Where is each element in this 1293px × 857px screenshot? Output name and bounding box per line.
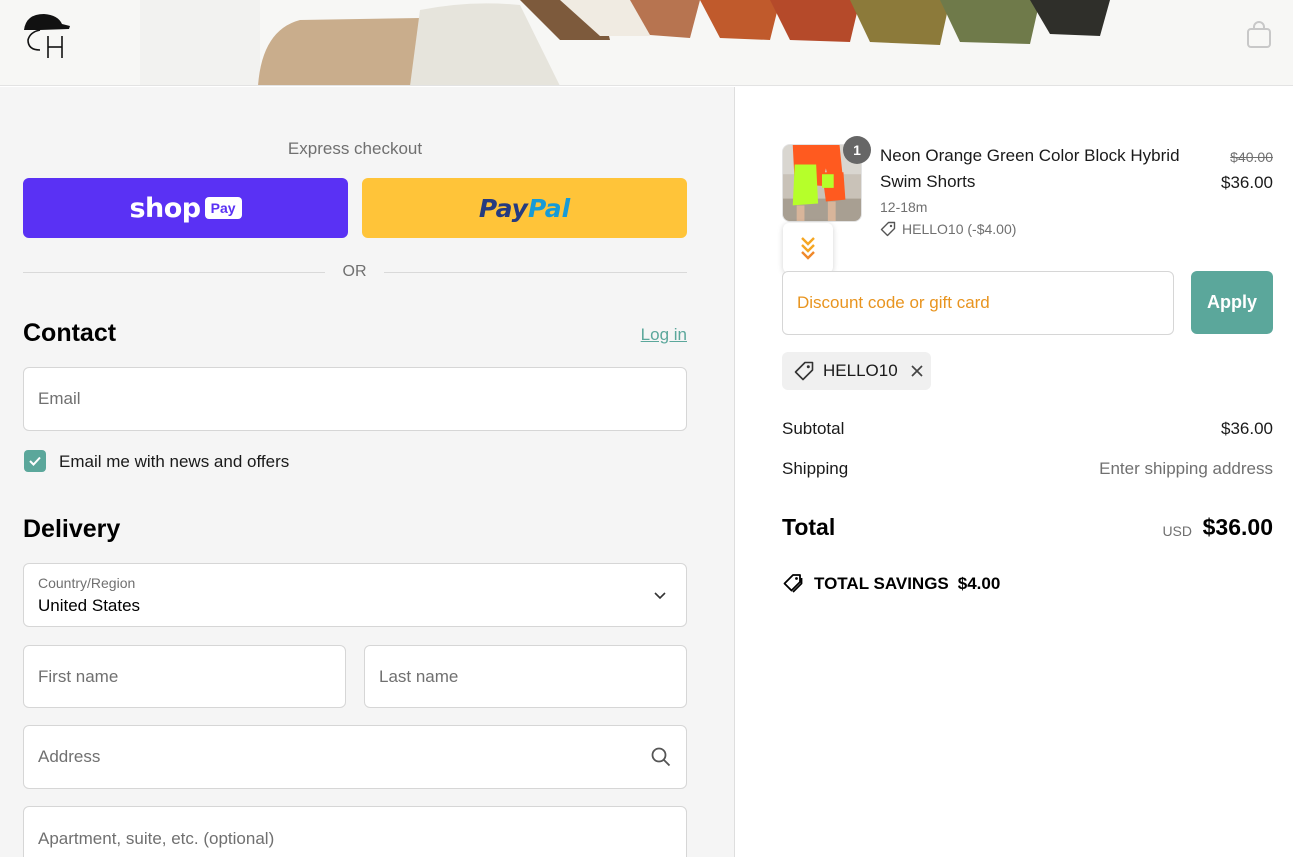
total-value: $36.00 — [1202, 514, 1273, 540]
delivery-heading: Delivery — [23, 515, 121, 543]
shop-pay-button[interactable]: shop Pay — [23, 178, 348, 238]
total-savings: TOTAL SAVINGS $4.00 — [782, 573, 1000, 595]
search-icon — [651, 747, 671, 767]
last-name-field[interactable]: Last name — [364, 645, 687, 708]
applied-discount-chip: HELLO10 — [782, 352, 931, 390]
subtotal-label: Subtotal — [782, 419, 845, 438]
country-label: Country/Region — [38, 575, 136, 591]
chevron-down-icon — [654, 592, 666, 600]
savings-tag-icon — [783, 574, 803, 593]
first-name-placeholder: First name — [38, 667, 119, 686]
shipping-label: Shipping — [782, 459, 849, 478]
total-savings-label: TOTAL SAVINGS — [814, 574, 949, 593]
apartment-placeholder: Apartment, suite, etc. (optional) — [38, 829, 275, 848]
close-icon[interactable] — [909, 363, 925, 379]
shop-pay-badge: Pay — [204, 197, 242, 219]
apartment-field[interactable]: Apartment, suite, etc. (optional) — [23, 806, 687, 857]
divider-right — [384, 272, 687, 273]
scroll-down-button[interactable] — [783, 223, 833, 273]
item-price: $36.00 — [1221, 173, 1273, 192]
subtotal-value: $36.00 — [1221, 419, 1273, 438]
checkmark-icon — [29, 456, 41, 466]
header-banner-image — [0, 0, 1293, 85]
total-currency: USD — [1162, 523, 1192, 539]
login-link[interactable]: Log in — [600, 325, 687, 345]
express-checkout-label: Express checkout — [287, 139, 423, 158]
paypal-wordmark-pal: Pal — [527, 193, 571, 223]
shopping-bag-icon[interactable] — [1245, 20, 1273, 50]
country-value: United States — [38, 596, 141, 615]
address-placeholder: Address — [38, 747, 101, 766]
email-placeholder: Email — [38, 389, 81, 408]
last-name-placeholder: Last name — [379, 667, 459, 686]
contact-heading: Contact — [23, 319, 117, 347]
header — [0, 0, 1293, 86]
shipping-value: Enter shipping address — [1099, 459, 1273, 478]
divider-left — [23, 272, 325, 273]
address-field[interactable]: Address — [23, 725, 687, 789]
email-field[interactable]: Email — [23, 367, 687, 431]
applied-discount-code: HELLO10 — [823, 361, 898, 380]
total-label: Total — [782, 514, 836, 540]
first-name-field[interactable]: First name — [23, 645, 346, 708]
discount-code-placeholder: Discount code or gift card — [797, 293, 990, 312]
total-savings-value: $4.00 — [957, 574, 1001, 593]
checkout-form-panel: Express checkout shop Pay Pay Pal OR Cont… — [0, 87, 735, 857]
apply-discount-button[interactable]: Apply — [1191, 271, 1273, 334]
product-variant: 12-18m — [880, 199, 928, 215]
store-logo[interactable] — [22, 10, 74, 62]
or-separator: OR — [342, 263, 367, 280]
product-discount: HELLO10 (-$4.00) — [880, 221, 1016, 237]
original-price: $40.00 — [1230, 149, 1273, 165]
order-summary-panel: 1 Neon Orange Green Color Block Hybrid S… — [736, 87, 1293, 857]
tag-icon — [794, 361, 814, 381]
tag-icon — [880, 221, 896, 237]
newsletter-label: Email me with news and offers — [59, 452, 290, 471]
double-chevron-down-icon — [801, 237, 815, 260]
paypal-button[interactable]: Pay Pal — [362, 178, 687, 238]
product-discount-text: HELLO10 (-$4.00) — [902, 221, 1017, 237]
country-select[interactable]: Country/Region United States — [23, 563, 687, 627]
discount-code-input[interactable]: Discount code or gift card — [782, 271, 1174, 335]
quantity-badge: 1 — [843, 136, 871, 164]
newsletter-checkbox[interactable] — [24, 450, 46, 472]
shop-pay-wordmark: shop — [129, 192, 201, 224]
paypal-wordmark-pay: Pay — [478, 193, 528, 223]
product-name: Neon Orange Green Color Block Hybrid Swi… — [880, 146, 1180, 191]
